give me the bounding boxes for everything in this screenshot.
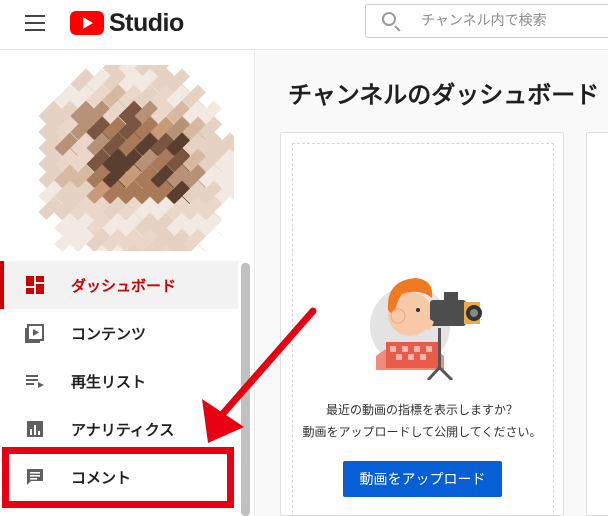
page-title: チャンネルのダッシュボード bbox=[288, 81, 600, 109]
upload-video-button[interactable]: 動画をアップロード bbox=[343, 461, 502, 497]
channel-search-box[interactable] bbox=[365, 4, 608, 38]
youtube-logo-icon bbox=[70, 11, 104, 35]
sidebar-item-label: ダッシュボード bbox=[71, 276, 177, 295]
search-input[interactable] bbox=[421, 11, 601, 31]
annotation-highlight-box bbox=[2, 447, 234, 508]
sidebar-item-label: コンテンツ bbox=[71, 324, 147, 343]
annotation-arrow-icon bbox=[202, 307, 317, 443]
logo-text: Studio bbox=[109, 8, 184, 37]
youtube-studio-logo[interactable]: Studio bbox=[70, 8, 184, 37]
playlist-icon bbox=[26, 375, 44, 388]
sidebar-item-label: アナリティクス bbox=[71, 420, 175, 439]
top-header: Studio bbox=[0, 0, 608, 50]
sidebar-item-label: 再生リスト bbox=[71, 372, 147, 391]
search-icon[interactable] bbox=[382, 12, 396, 26]
channel-avatar[interactable] bbox=[19, 65, 234, 251]
sidebar-item-dashboard[interactable]: ダッシュボード bbox=[0, 261, 238, 309]
camera-operator-illustration bbox=[370, 278, 482, 380]
dashboard-icon bbox=[26, 276, 44, 294]
hamburger-menu-icon[interactable] bbox=[25, 15, 45, 31]
secondary-card bbox=[586, 132, 608, 516]
analytics-icon bbox=[27, 421, 43, 437]
video-content-icon bbox=[25, 324, 44, 343]
